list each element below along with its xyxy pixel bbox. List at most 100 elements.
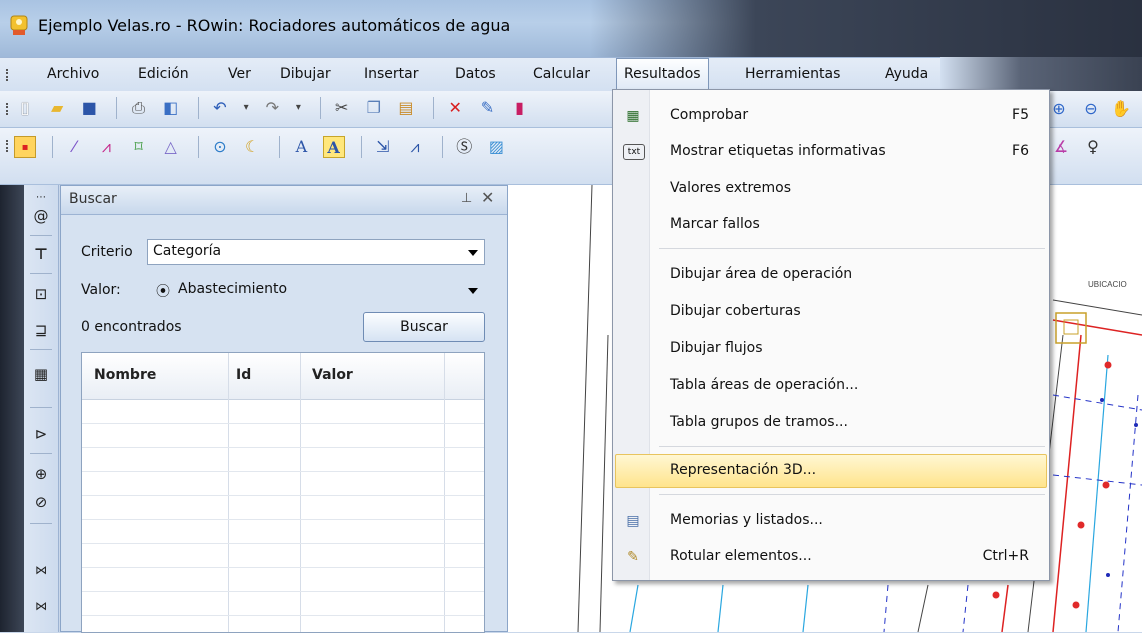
rectangle-icon[interactable]: ⌑ (128, 136, 150, 158)
menu-archivo[interactable]: Archivo (40, 58, 106, 90)
chevron-down-icon (468, 250, 478, 256)
menu-datos[interactable]: Datos (448, 58, 503, 90)
menu-calcular[interactable]: Calcular (526, 58, 597, 90)
menu-item-shortcut: F6 (1012, 143, 1029, 159)
menu-separator (659, 446, 1045, 447)
menu-item-label: Comprobar (670, 107, 749, 123)
zoom-out-icon[interactable]: ⊖ (1080, 98, 1102, 120)
menu-item-mostrar-etiquetas[interactable]: txt Mostrar etiquetas informativas F6 (615, 135, 1047, 169)
menu-ver[interactable]: Ver (221, 58, 258, 90)
paste-icon[interactable]: ▤ (395, 97, 417, 119)
text-box-icon[interactable]: A (322, 136, 345, 158)
menu-item-label: Rotular elementos... (670, 548, 812, 564)
buscar-button[interactable]: Buscar (363, 312, 485, 342)
element-toolbar: ⋯ @ ⊤ ⊡ ⊒ ▦ ⊳ ⊕ ⊘ ⋈ ⋈ (24, 185, 59, 632)
menu-item-label: Mostrar etiquetas informativas (670, 143, 886, 159)
supply-icon[interactable]: ⊳ (28, 423, 54, 445)
print-preview-icon[interactable]: ◧ (160, 97, 182, 119)
redo-dropdown-icon[interactable]: ▾ (293, 97, 303, 119)
redo-icon[interactable]: ↷ (261, 97, 283, 119)
pipe-tee-icon[interactable]: ⊤ (28, 243, 54, 265)
txt-tooltip-icon: txt (623, 144, 645, 160)
menu-item-label: Valores extremos (670, 180, 792, 196)
angle-icon[interactable]: ∡ (1050, 136, 1072, 158)
toolbar-grip[interactable] (6, 103, 11, 115)
column-valor[interactable]: Valor (312, 367, 353, 383)
menu-item-rotular[interactable]: ✎ Rotular elementos... Ctrl+R (615, 540, 1047, 574)
plan-label: UBICACIO (1088, 280, 1127, 289)
resultados-dropdown: ▦ Comprobar F5 txt Mostrar etiquetas inf… (612, 89, 1050, 581)
label-elements-icon: ✎ (627, 549, 639, 565)
symbol-icon[interactable]: Ⓢ (453, 136, 475, 158)
delete-icon[interactable]: ✕ (444, 97, 466, 119)
open-folder-icon[interactable]: ▰ (46, 97, 68, 119)
new-file-icon[interactable]: ▯ (14, 97, 36, 119)
menu-item-label: Dibujar flujos (670, 340, 763, 356)
zoom-in-icon[interactable]: ⊕ (1048, 98, 1070, 120)
node-icon[interactable]: ⊕ (28, 463, 54, 485)
menu-item-dibujar-area[interactable]: Dibujar área de operación (615, 258, 1047, 292)
menu-ayuda[interactable]: Ayuda (878, 58, 935, 90)
toolbar-grip-2[interactable] (6, 140, 11, 152)
menubar-grip[interactable] (6, 69, 11, 81)
left-edge (0, 185, 24, 632)
circle-icon[interactable]: ⊙ (209, 136, 231, 158)
select-icon[interactable]: ▪ (14, 136, 36, 158)
triangle-icon[interactable]: △ (160, 136, 182, 158)
window-title: Ejemplo Velas.ro - ROwin: Rociadores aut… (38, 16, 511, 35)
undo-dropdown-icon[interactable]: ▾ (241, 97, 251, 119)
menu-item-label: Dibujar coberturas (670, 303, 801, 319)
sprinkler-icon[interactable]: @ (28, 205, 54, 227)
cabinet-icon[interactable]: ⊒ (28, 319, 54, 341)
close-icon[interactable]: ✕ (481, 188, 494, 207)
menu-item-marcar-fallos[interactable]: Marcar fallos (615, 208, 1047, 242)
menu-item-label: Tabla grupos de tramos... (670, 414, 848, 430)
column-id[interactable]: Id (236, 367, 251, 383)
menu-item-tabla-grupos[interactable]: Tabla grupos de tramos... (615, 406, 1047, 440)
copy-icon[interactable]: ❐ (363, 97, 385, 119)
save-icon[interactable]: ■ (78, 97, 100, 119)
check-table-icon: ▦ (626, 108, 640, 124)
menu-item-shortcut: Ctrl+R (982, 548, 1029, 564)
menu-edicion[interactable]: Edición (131, 58, 196, 90)
gauge-icon[interactable]: ⊘ (28, 491, 54, 513)
panel-icon[interactable]: ▦ (28, 363, 54, 385)
criterio-label: Criterio (81, 244, 133, 260)
line-icon[interactable]: ⁄ (63, 136, 85, 158)
undo-icon[interactable]: ↶ (209, 97, 231, 119)
polyline-icon[interactable]: ⩘ (95, 136, 117, 158)
menu-separator (659, 248, 1045, 249)
hydrant-icon[interactable]: ⊡ (28, 283, 54, 305)
dimension-icon[interactable]: ⇲ (372, 136, 394, 158)
print-icon[interactable]: ⎙ (128, 97, 150, 119)
pan-hand-icon[interactable]: ✋ (1110, 98, 1132, 120)
valor-select[interactable]: ⦿ Abastecimiento (147, 277, 485, 303)
edit-icon[interactable]: ✎ (476, 97, 498, 119)
color-bars-icon[interactable]: ▮ (509, 97, 531, 119)
check-valve-icon[interactable]: ⋈ (28, 595, 54, 617)
menu-item-tabla-areas[interactable]: Tabla áreas de operación... (615, 369, 1047, 403)
menu-item-dibujar-flujos[interactable]: Dibujar flujos (615, 332, 1047, 366)
menu-resultados[interactable]: Resultados (616, 58, 709, 91)
menu-item-representacion-3d[interactable]: Representación 3D... (615, 454, 1047, 488)
arc-icon[interactable]: ☾ (241, 136, 263, 158)
criterio-select[interactable]: Categoría (147, 239, 485, 265)
results-table[interactable]: Nombre Id Valor (81, 352, 485, 633)
cut-icon[interactable]: ✂ (331, 97, 353, 119)
menu-dibujar[interactable]: Dibujar (273, 58, 338, 90)
column-nombre[interactable]: Nombre (94, 367, 156, 383)
menu-herramientas[interactable]: Herramientas (738, 58, 847, 90)
valve-icon[interactable]: ⋈ (28, 559, 54, 581)
table-header: Nombre Id Valor (82, 353, 484, 400)
pin-icon[interactable]: ⊥ (461, 191, 472, 206)
image-icon[interactable]: ▨ (485, 136, 507, 158)
text-icon[interactable]: A (290, 136, 312, 158)
menu-item-memorias[interactable]: ▤ Memorias y listados... (615, 504, 1047, 538)
menu-item-valores-extremos[interactable]: Valores extremos (615, 172, 1047, 206)
probe-icon[interactable]: ♀ (1082, 136, 1104, 158)
leader-text-icon[interactable]: ⩘ (404, 136, 426, 158)
valor-label: Valor: (81, 282, 121, 298)
menu-item-dibujar-coberturas[interactable]: Dibujar coberturas (615, 295, 1047, 329)
menu-item-comprobar[interactable]: ▦ Comprobar F5 (615, 99, 1047, 133)
menu-insertar[interactable]: Insertar (357, 58, 426, 90)
